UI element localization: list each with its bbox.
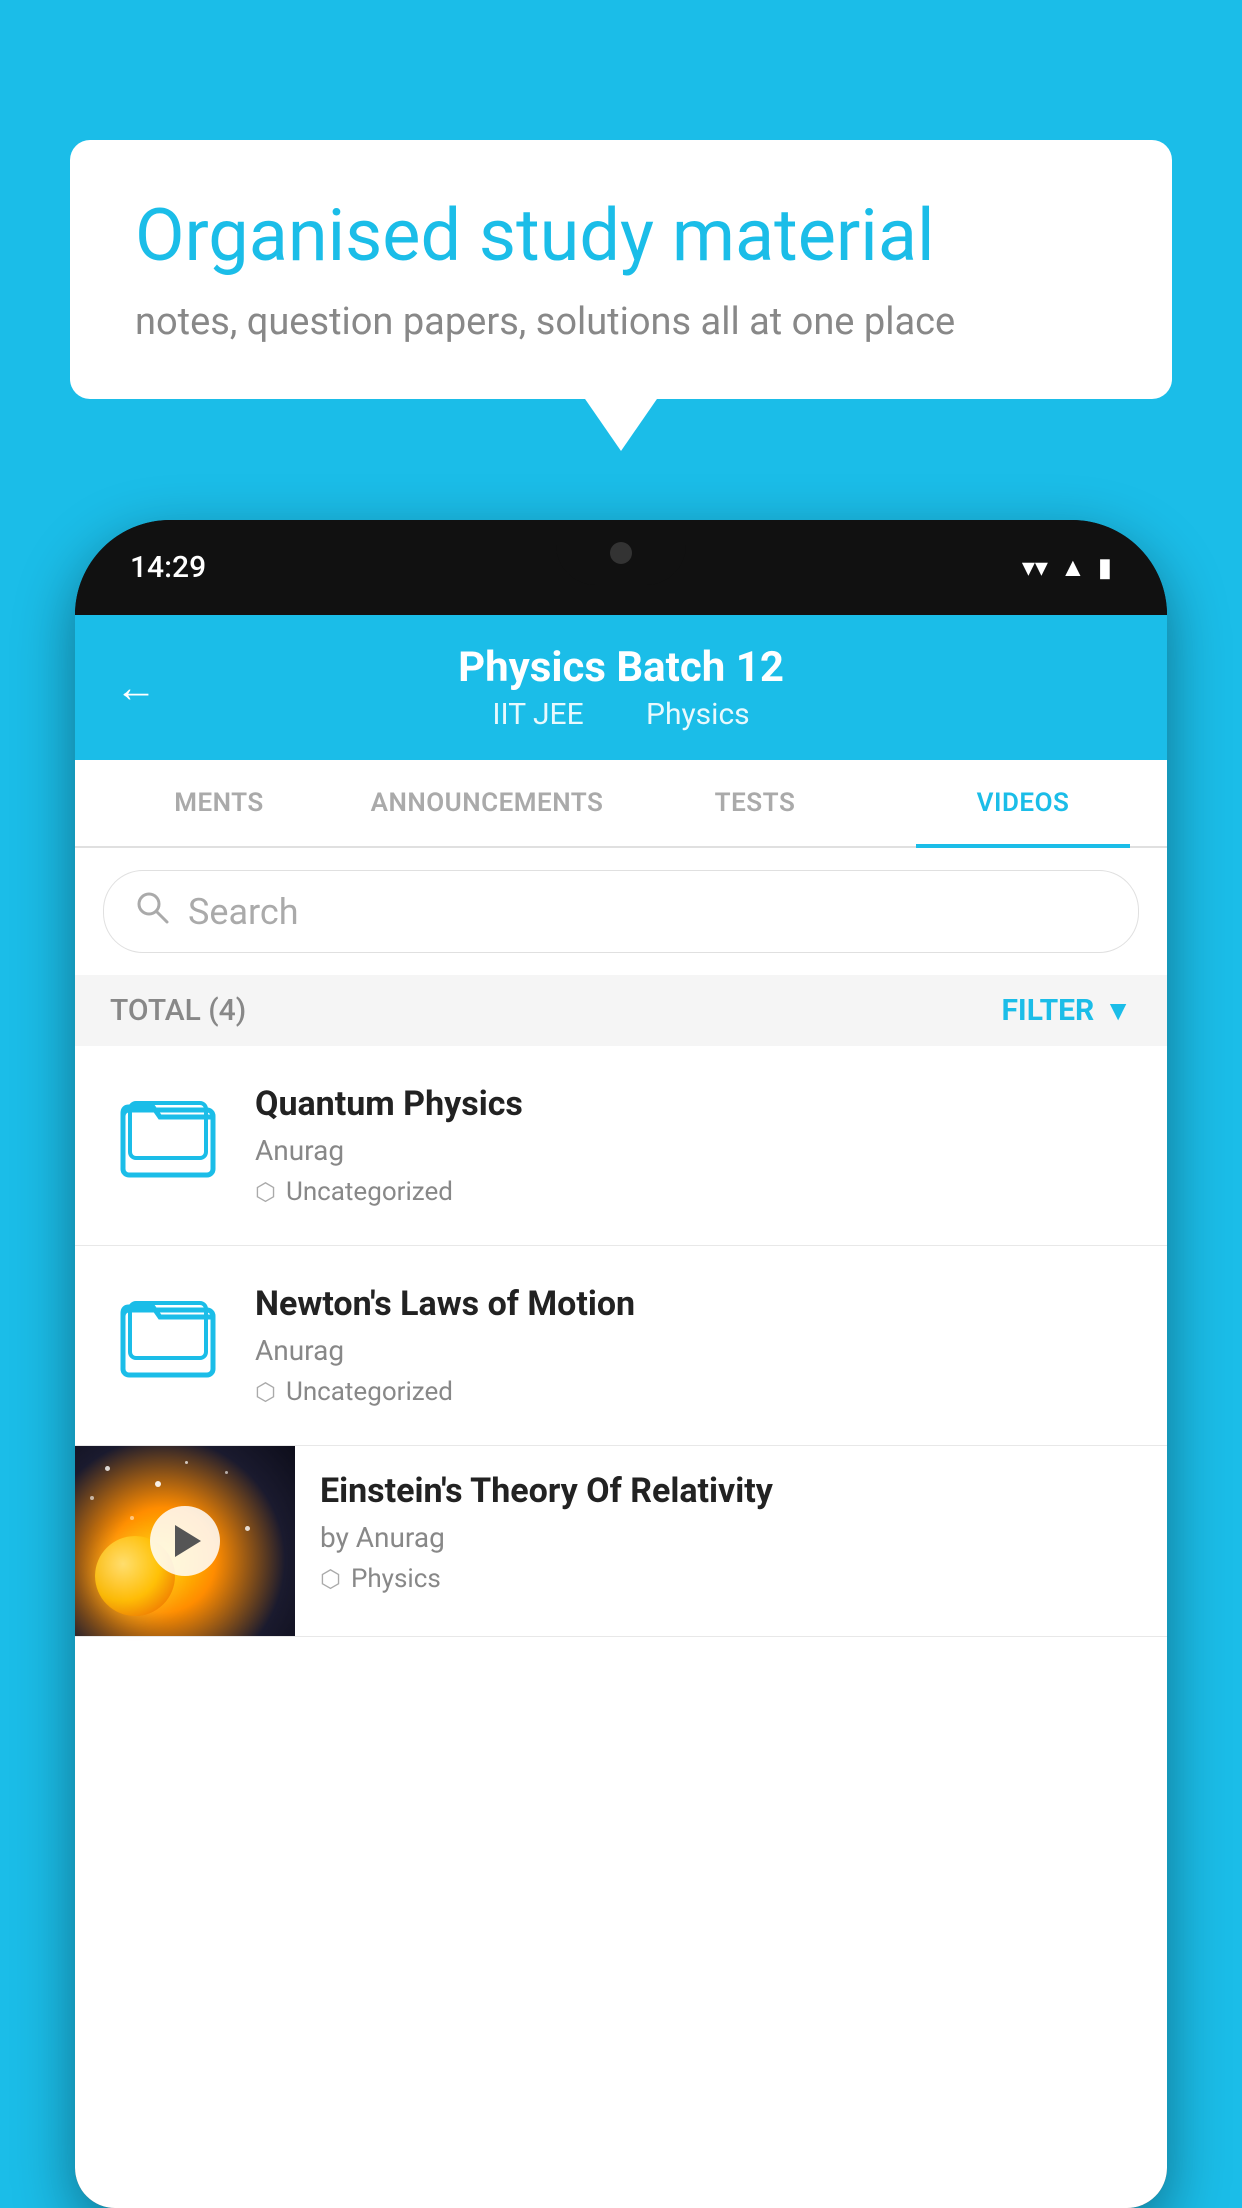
signal-icon: ▲ <box>1060 552 1086 583</box>
header-subtitle-separator <box>611 697 626 732</box>
camera-dot <box>610 542 632 564</box>
video-author: Anurag <box>255 1334 1132 1367</box>
list-item[interactable]: Newton's Laws of Motion Anurag ⬡ Uncateg… <box>75 1246 1167 1446</box>
video-thumb <box>110 1288 225 1403</box>
speech-bubble-subtitle: notes, question papers, solutions all at… <box>135 300 1107 344</box>
header-subtitle-left: IIT JEE <box>492 697 583 732</box>
filter-button[interactable]: FILTER ▼ <box>1001 993 1132 1028</box>
app-header: ← Physics Batch 12 IIT JEE Physics <box>75 615 1167 760</box>
search-icon <box>134 889 170 934</box>
battery-icon: ▮ <box>1098 553 1112 583</box>
video-info: Einstein's Theory Of Relativity by Anura… <box>295 1446 1167 1619</box>
video-title: Newton's Laws of Motion <box>255 1284 1132 1324</box>
tag-icon: ⬡ <box>255 1178 276 1206</box>
status-icons: ▾▾ ▲ ▮ <box>1022 552 1112 583</box>
tag-icon: ⬡ <box>255 1378 276 1406</box>
speech-bubble: Organised study material notes, question… <box>70 140 1172 399</box>
tag-icon: ⬡ <box>320 1565 341 1593</box>
filter-bar: TOTAL (4) FILTER ▼ <box>75 975 1167 1046</box>
header-subtitle: IIT JEE Physics <box>482 697 759 732</box>
filter-icon: ▼ <box>1104 994 1132 1027</box>
video-thumb <box>110 1088 225 1203</box>
tab-announcements[interactable]: ANNOUNCEMENTS <box>353 760 621 846</box>
phone-frame: 14:29 ▾▾ ▲ ▮ ← Physics Batch 12 IIT JEE … <box>75 520 1167 2208</box>
search-bar[interactable]: Search <box>103 870 1139 953</box>
video-tag: ⬡ Physics <box>320 1564 1142 1594</box>
speech-bubble-container: Organised study material notes, question… <box>70 140 1172 399</box>
speech-bubble-title: Organised study material <box>135 195 1107 278</box>
wifi-icon: ▾▾ <box>1022 553 1048 583</box>
tag-label: Physics <box>351 1564 441 1594</box>
header-title: Physics Batch 12 <box>458 643 784 692</box>
tag-label: Uncategorized <box>286 1377 453 1407</box>
filter-label: FILTER <box>1001 993 1094 1028</box>
video-list: Quantum Physics Anurag ⬡ Uncategorized <box>75 1046 1167 1637</box>
video-title: Quantum Physics <box>255 1084 1132 1124</box>
total-count: TOTAL (4) <box>110 993 246 1028</box>
tab-tests[interactable]: TESTS <box>621 760 889 846</box>
video-title: Einstein's Theory Of Relativity <box>320 1471 1142 1511</box>
phone-notch <box>556 520 686 585</box>
folder-icon <box>118 1085 218 1207</box>
app-screen: ← Physics Batch 12 IIT JEE Physics MENTS… <box>75 615 1167 2208</box>
search-input[interactable]: Search <box>188 891 299 933</box>
video-thumbnail <box>75 1446 295 1636</box>
tab-bar: MENTS ANNOUNCEMENTS TESTS VIDEOS <box>75 760 1167 848</box>
video-tag: ⬡ Uncategorized <box>255 1377 1132 1407</box>
status-bar: 14:29 ▾▾ ▲ ▮ <box>75 520 1167 615</box>
list-item[interactable]: Quantum Physics Anurag ⬡ Uncategorized <box>75 1046 1167 1246</box>
play-icon <box>175 1525 201 1557</box>
video-info: Newton's Laws of Motion Anurag ⬡ Uncateg… <box>255 1284 1132 1407</box>
video-author: by Anurag <box>320 1521 1142 1554</box>
back-button[interactable]: ← <box>115 663 157 712</box>
tag-label: Uncategorized <box>286 1177 453 1207</box>
list-item[interactable]: Einstein's Theory Of Relativity by Anura… <box>75 1446 1167 1637</box>
video-info: Quantum Physics Anurag ⬡ Uncategorized <box>255 1084 1132 1207</box>
status-time: 14:29 <box>130 550 206 585</box>
header-subtitle-right: Physics <box>646 697 750 732</box>
tab-ments[interactable]: MENTS <box>85 760 353 846</box>
folder-icon <box>118 1285 218 1407</box>
video-author: Anurag <box>255 1134 1132 1167</box>
tab-videos[interactable]: VIDEOS <box>889 760 1157 846</box>
play-button[interactable] <box>150 1506 220 1576</box>
video-tag: ⬡ Uncategorized <box>255 1177 1132 1207</box>
